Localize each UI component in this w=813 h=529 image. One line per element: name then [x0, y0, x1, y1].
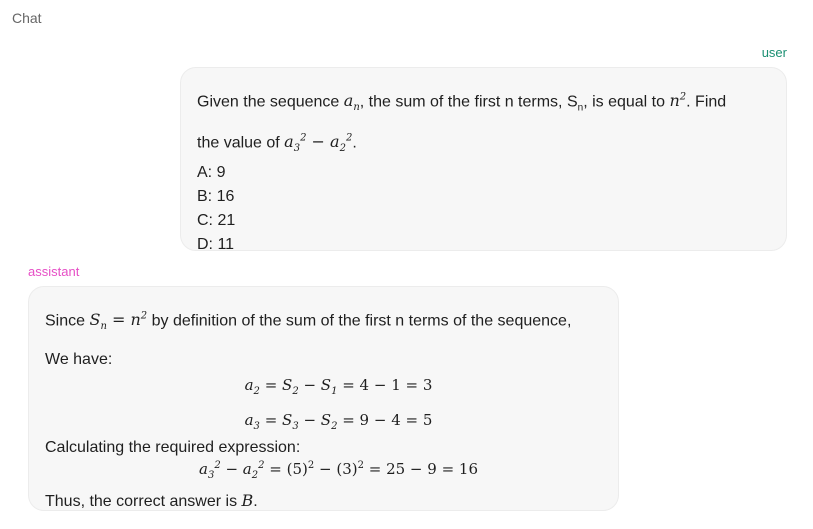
option-c: C: 21: [197, 212, 236, 230]
option-d: D: 11: [197, 236, 235, 254]
question-text-part: . Find: [686, 93, 727, 111]
question-text-part: the value of: [197, 133, 285, 151]
question-line-1: Given the sequence an, the sum of the fi…: [197, 86, 770, 121]
assistant-role-label: assistant: [28, 264, 80, 279]
math-a-n: an: [343, 91, 360, 114]
question-text-part: , the sum of the first n terms, S: [359, 93, 578, 111]
question-text-part: Given the sequence: [197, 93, 344, 111]
chat-title: Chat: [12, 10, 42, 26]
assistant-message: Since Sn = n2 by definition of the sum o…: [28, 286, 619, 511]
answer-text-part: Thus, the correct answer is: [45, 492, 242, 510]
answer-text-part: Since: [45, 312, 90, 330]
answer-line-calc: Calculating the required expression:: [45, 438, 301, 456]
user-message: Given the sequence an, the sum of the fi…: [180, 67, 787, 253]
answer-text-part: by definition of the sum of the first n …: [147, 312, 572, 330]
answer-choice: B: [241, 490, 254, 510]
answer-line-thus: Thus, the correct answer is B.: [45, 489, 602, 514]
equation-a3: a3 = S3 − S2 = 9 − 4 = 5: [244, 410, 433, 432]
question-text-part: , is equal to: [583, 93, 670, 111]
option-b: B: 16: [197, 188, 235, 206]
math-n-squared: n2: [669, 91, 687, 111]
question-line-2: the value of a32 − a22.: [197, 127, 770, 162]
math-sn-eq-n2: Sn = n2: [89, 310, 148, 333]
answer-line-we-have: We have:: [45, 350, 113, 368]
user-role-label: user: [761, 45, 787, 60]
answer-text-part: .: [253, 492, 258, 510]
equation-a2: a2 = S2 − S1 = 4 − 1 = 3: [244, 375, 433, 397]
math-a3sq-minus-a2sq: a32 − a22: [284, 131, 353, 155]
equation-result: a32 − a22 = (5)2 − (3)2 = 25 − 9 = 16: [198, 459, 478, 481]
option-a: A: 9: [197, 164, 226, 182]
question-text-part: .: [352, 133, 357, 151]
answer-line-since: Since Sn = n2 by definition of the sum o…: [45, 305, 602, 340]
